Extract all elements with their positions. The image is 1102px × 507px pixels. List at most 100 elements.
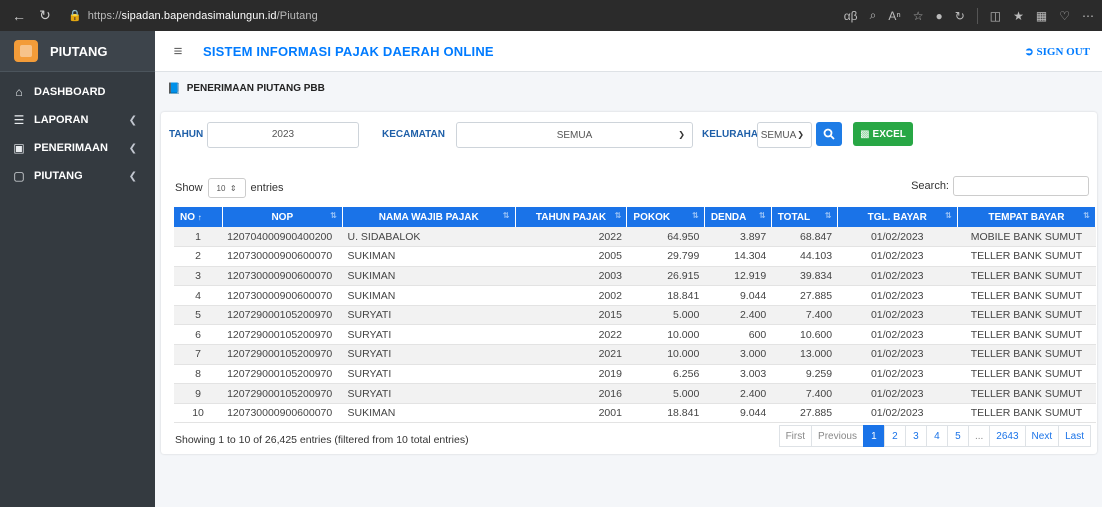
table-row[interactable]: 8 120729000105200970 SURYATI 2019 6.256 3.003… [174,364,1096,385]
page-header: 📘 PENERIMAAN PIUTANG PBB [155,72,1102,105]
cell-tahun: 2001 [515,403,627,424]
table-info: Showing 1 to 10 of 26,425 entries (filte… [175,434,469,446]
chevron-left-icon: ❮ [128,142,137,154]
cell-no: 2 [174,246,223,267]
sidebar-item-penerimaan[interactable]: ▣ PENERIMAAN ❮ [0,134,155,162]
more-icon[interactable]: ⋯ [1082,9,1094,23]
sort-icon: ⇅ [614,211,622,220]
cell-no: 7 [174,344,223,365]
column-header-no[interactable]: NO ↑ [174,207,223,227]
back-icon[interactable]: ← [8,5,30,27]
cell-tahun: 2005 [515,246,627,267]
cell-tahun: 2016 [515,383,627,404]
cell-no: 3 [174,266,223,287]
page-link-next[interactable]: Next [1024,425,1060,447]
cell-denda: 600 [704,324,772,346]
kelurahan-select[interactable]: SEMUA ❯ [757,122,812,148]
table-row[interactable]: 9 120729000105200970 SURYATI 2016 5.000 2.400… [174,383,1096,404]
search-icon [823,128,835,140]
column-header-total[interactable]: TOTAL ⇅ [771,207,838,227]
sign-out-button[interactable]: ➲ SIGN OUT [1025,45,1090,58]
column-header-tempat-bayar[interactable]: TEMPAT BAYAR ⇅ [957,207,1097,227]
table-row[interactable]: 2 120730000900600070 SUKIMAN 2005 29.799 14.3… [174,246,1096,267]
cell-tempat-bayar: TELLER BANK SUMUT [957,305,1096,326]
column-header-pokok[interactable]: POKOK ⇅ [626,207,705,227]
page-link-last[interactable]: Last [1058,425,1091,447]
table-row[interactable]: 4 120730000900600070 SUKIMAN 2002 18.841 9.04… [174,285,1096,306]
brand-text: PIUTANG [50,43,108,59]
page-link-3[interactable]: 3 [904,425,927,447]
search-button[interactable] [816,122,842,146]
cell-nop: 120704000900400200 [222,227,343,248]
zoom-icon[interactable]: ⌕ [870,8,877,23]
cell-tempat-bayar: TELLER BANK SUMUT [957,285,1096,306]
page-link-first[interactable]: First [778,425,813,447]
cell-tahun: 2002 [515,285,627,306]
table-row[interactable]: 3 120730000900600070 SUKIMAN 2003 26.915 12.9… [174,266,1096,287]
page-link-2[interactable]: 2 [883,425,906,447]
cell-no: 5 [174,305,223,326]
brand[interactable]: PIUTANG [0,31,155,72]
column-header-tgl-bayar[interactable]: TGL. BAYAR ⇅ [837,207,958,227]
cell-nop: 120729000105200970 [222,344,343,365]
chevron-left-icon: ❮ [128,114,137,126]
length-control: Show 10 ⇕ entries [175,178,284,198]
cell-tempat-bayar: TELLER BANK SUMUT [957,324,1096,346]
refresh-icon[interactable]: ↻ [34,5,56,27]
hamburger-icon[interactable]: ≡ [161,43,195,60]
file-excel-icon: ▩ [860,128,870,140]
cell-total: 39.834 [771,266,838,287]
sidebar-item-dashboard[interactable]: ⌂ DASHBOARD [0,78,155,106]
favorites-icon[interactable]: ★ [1013,9,1024,23]
cell-nop: 120729000105200970 [222,305,343,326]
column-header-nop[interactable]: NOP ⇅ [222,207,343,227]
column-header-nama[interactable]: NAMA WAJIB PAJAK ⇅ [342,207,516,227]
table-row[interactable]: 7 120729000105200970 SURYATI 2021 10.000 3.00… [174,344,1096,365]
sidebar-item-laporan[interactable]: ☰ LAPORAN ❮ [0,106,155,134]
kelurahan-label: KELURAHAN [702,129,766,140]
table-row[interactable]: 1 120704000900400200 U. SIDABALOK 2022 64.95… [174,227,1096,248]
page-link-5[interactable]: 5 [946,425,969,447]
cell-total: 9.259 [771,364,838,385]
favorite-star-icon[interactable]: ☆ [913,9,924,23]
sort-icon: ⇅ [692,211,699,220]
cell-tgl-bayar: 01/02/2023 [837,403,958,424]
table-row[interactable]: 10 120730000900600070 SUKIMAN 2001 18.841 9.0… [174,403,1096,424]
cell-no: 9 [174,383,223,404]
address-bar[interactable]: 🔒 https://sipadan.bapendasimalungun.id/P… [68,9,844,23]
cell-tempat-bayar: MOBILE BANK SUMUT [957,227,1096,248]
refresh-extension-icon[interactable]: ↻ [955,9,965,23]
home-icon: ⌂ [15,85,23,99]
cell-nama: SURYATI [342,324,516,346]
split-screen-icon[interactable]: ◫ [990,9,1001,23]
column-header-denda[interactable]: DENDA ⇅ [704,207,772,227]
tahun-input[interactable]: 2023 [207,122,359,148]
page-link-1[interactable]: 1 [862,425,885,447]
sidebar-item-piutang[interactable]: ▢ PIUTANG ❮ [0,162,155,190]
length-select[interactable]: 10 ⇕ [207,178,246,198]
cell-denda: 9.044 [704,403,772,424]
read-aloud-icon[interactable]: Aⁿ [888,9,900,23]
table-search-input[interactable] [953,176,1089,196]
page-link-2643[interactable]: 2643 [989,425,1026,447]
excel-button[interactable]: ▩ EXCEL [853,122,913,146]
kecamatan-select[interactable]: SEMUA ❯ [456,122,693,148]
cell-tgl-bayar: 01/02/2023 [837,383,958,404]
table-row[interactable]: 6 120729000105200970 SURYATI 2022 10.000 600 1… [174,324,1096,346]
cell-denda: 3.003 [704,364,772,385]
page-ellipsis: ... [967,425,991,447]
heart-icon[interactable]: ♡ [1059,9,1070,23]
page-link-previous[interactable]: Previous [811,425,864,447]
column-header-tahun[interactable]: TAHUN PAJAK ⇅ [515,207,628,227]
translate-icon[interactable]: αβ [844,9,858,23]
cell-nop: 120730000900600070 [222,403,343,424]
collections-icon[interactable]: ▦ [1036,9,1047,23]
page-link-4[interactable]: 4 [925,425,948,447]
table-row[interactable]: 5 120729000105200970 SURYATI 2015 5.000 2.400… [174,305,1096,326]
sidebar-menu: ⌂ DASHBOARD ☰ LAPORAN ❮ ▣ PENERIMAAN ❮ ▢… [0,72,155,190]
inbox-icon: ▣ [13,141,25,155]
cell-nama: SURYATI [342,344,516,365]
database-icon: ☰ [13,113,25,127]
extension-icon[interactable]: ● [935,9,942,23]
sidebar-item-label: DASHBOARD [34,86,106,98]
